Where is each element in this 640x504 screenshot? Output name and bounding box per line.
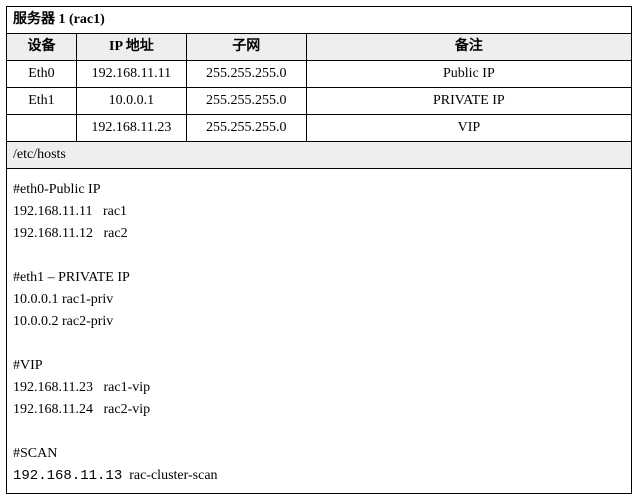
server-config-table: 服务器 1 (rac1) 设备 IP 地址 子网 备注 Eth0 192.168… — [6, 6, 632, 169]
hosts-section-vip: #VIP — [13, 358, 43, 373]
hosts-section-private: #eth1 – PRIVATE IP — [13, 270, 130, 285]
table-row: Eth1 10.0.0.1 255.255.255.0 PRIVATE IP — [7, 88, 632, 115]
hosts-line: 192.168.11.24 rac2-vip — [13, 402, 150, 417]
header-note: 备注 — [306, 34, 631, 61]
cell-ip: 192.168.11.11 — [76, 61, 186, 88]
cell-subnet: 255.255.255.0 — [186, 88, 306, 115]
table-row: Eth0 192.168.11.11 255.255.255.0 Public … — [7, 61, 632, 88]
cell-device: Eth0 — [7, 61, 77, 88]
header-subnet: 子网 — [186, 34, 306, 61]
cell-ip: 10.0.0.1 — [76, 88, 186, 115]
hosts-section-public: #eth0-Public IP — [13, 182, 101, 197]
cell-device — [7, 115, 77, 142]
cell-device: Eth1 — [7, 88, 77, 115]
cell-subnet: 255.255.255.0 — [186, 61, 306, 88]
etc-hosts-content: #eth0-Public IP 192.168.11.11 rac1 192.1… — [6, 169, 632, 494]
cell-note: VIP — [306, 115, 631, 142]
hosts-line: 192.168.11.12 rac2 — [13, 226, 128, 241]
hosts-line: 192.168.11.11 rac1 — [13, 204, 127, 219]
hosts-line: 192.168.11.23 rac1-vip — [13, 380, 150, 395]
header-device: 设备 — [7, 34, 77, 61]
cell-note: PRIVATE IP — [306, 88, 631, 115]
hosts-line: 10.0.0.2 rac2-priv — [13, 314, 113, 329]
hosts-line: 10.0.0.1 rac1-priv — [13, 292, 113, 307]
cell-note: Public IP — [306, 61, 631, 88]
table-header-row: 设备 IP 地址 子网 备注 — [7, 34, 632, 61]
table-title: 服务器 1 (rac1) — [7, 7, 632, 34]
hosts-scan-ip: 192.168.11.13 — [13, 468, 122, 484]
cell-ip: 192.168.11.23 — [76, 115, 186, 142]
hosts-section-scan: #SCAN — [13, 446, 57, 461]
header-ip: IP 地址 — [76, 34, 186, 61]
etc-hosts-header: /etc/hosts — [7, 142, 632, 169]
cell-subnet: 255.255.255.0 — [186, 115, 306, 142]
table-row: 192.168.11.23 255.255.255.0 VIP — [7, 115, 632, 142]
hosts-scan-host: rac-cluster-scan — [122, 468, 217, 483]
